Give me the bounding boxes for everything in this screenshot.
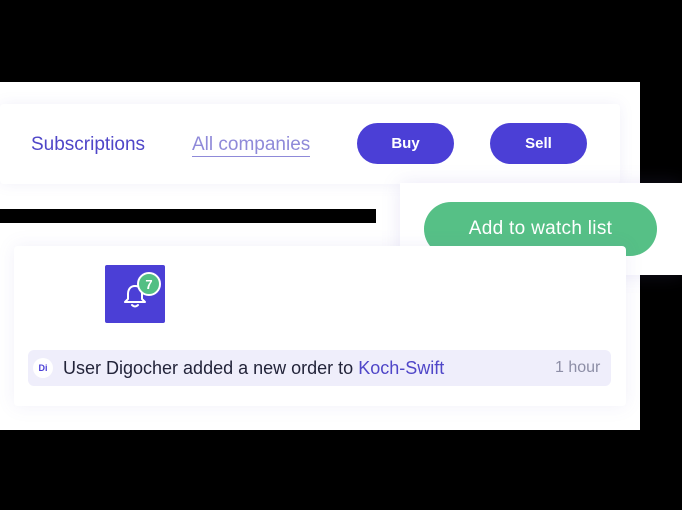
activity-message: User Digocher added a new order to Koch-…	[63, 357, 444, 379]
activity-timestamp: 1 hour	[555, 359, 601, 376]
activity-message-text: User Digocher added a new order to	[63, 358, 354, 378]
tab-all-companies[interactable]: All companies	[192, 133, 311, 157]
divider-line	[0, 209, 376, 223]
company-link[interactable]: Koch-Swift	[358, 358, 444, 378]
avatar: Di	[33, 358, 53, 378]
notification-badge: 7	[137, 272, 161, 296]
tab-subscriptions[interactable]: Subscriptions	[31, 133, 145, 157]
sell-button[interactable]: Sell	[490, 123, 587, 164]
buy-button[interactable]: Buy	[357, 123, 454, 164]
